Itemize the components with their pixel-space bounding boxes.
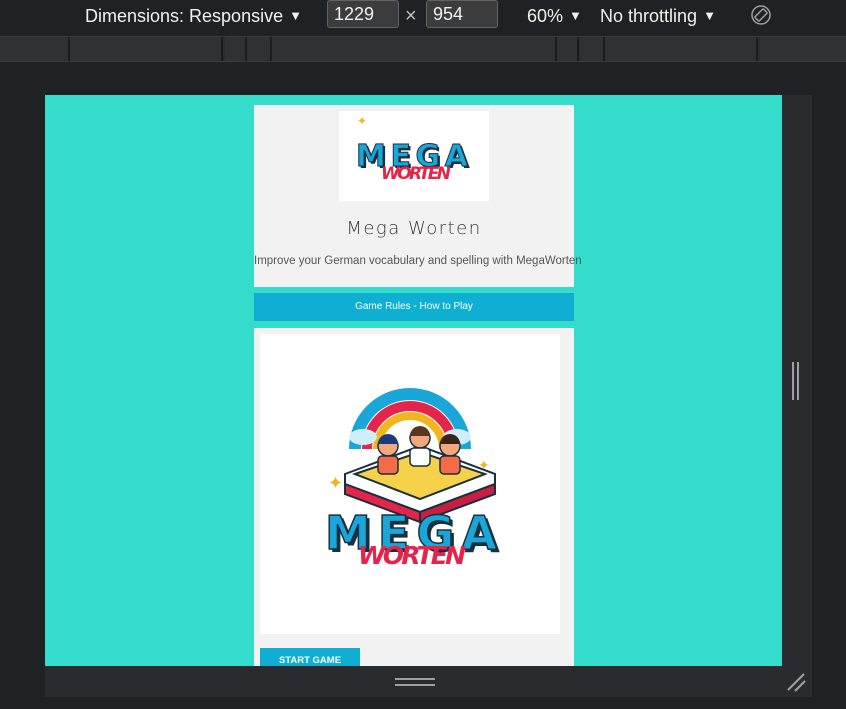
media-query-segment[interactable] — [272, 37, 557, 61]
rotate-icon[interactable] — [750, 4, 772, 26]
throttling-dropdown[interactable]: No throttling ▼ — [600, 6, 716, 27]
width-input[interactable] — [327, 0, 399, 28]
svg-text:✦: ✦ — [478, 458, 490, 474]
media-query-segment[interactable] — [760, 37, 846, 61]
header-card: ✦ ✦ MEGA MEGA WORTEN Mega Worten Improve… — [254, 105, 582, 287]
game-card: ✦ ✦ MEGA MEGA WORTEN START GAME — [254, 328, 574, 666]
right-resize-handle[interactable] — [792, 362, 800, 400]
game-rules-button[interactable]: Game Rules - How to Play — [254, 293, 574, 321]
page-subtitle: Improve your German vocabulary and spell… — [254, 255, 582, 267]
megaworten-logo: ✦ ✦ MEGA MEGA WORTEN — [339, 111, 489, 201]
emulated-viewport: ✦ ✦ MEGA MEGA WORTEN Mega Worten Improve… — [45, 95, 782, 666]
svg-text:WORTEN: WORTEN — [381, 164, 451, 184]
svg-text:WORTEN: WORTEN — [358, 541, 466, 570]
start-game-button[interactable]: START GAME — [260, 648, 360, 666]
zoom-dropdown[interactable]: 60% ▼ — [527, 6, 582, 27]
svg-text:✦: ✦ — [357, 114, 367, 128]
bottom-resize-handle[interactable] — [395, 678, 435, 688]
chevron-down-icon: ▼ — [703, 8, 716, 23]
zoom-label: 60% — [527, 6, 564, 26]
chevron-down-icon: ▼ — [569, 8, 582, 23]
media-query-segment[interactable] — [247, 37, 272, 61]
device-toolbar: Dimensions: Responsive ▼ × 60% ▼ No thrott… — [0, 0, 846, 32]
dimensions-label: Dimensions: Responsive — [85, 6, 284, 26]
game-illustration: ✦ ✦ MEGA MEGA WORTEN — [260, 334, 560, 634]
times-icon: × — [405, 5, 417, 27]
sandbox-kids-illustration: ✦ ✦ MEGA MEGA WORTEN — [324, 388, 500, 570]
logo-graphic: ✦ ✦ MEGA MEGA WORTEN — [356, 114, 471, 184]
media-query-bar — [0, 36, 846, 62]
media-query-segment[interactable] — [70, 37, 223, 61]
corner-resize-handle[interactable] — [786, 672, 808, 694]
media-query-segment[interactable] — [580, 37, 605, 61]
media-query-segment[interactable] — [225, 37, 247, 61]
chevron-down-icon: ▼ — [289, 8, 302, 23]
dimensions-dropdown[interactable]: Dimensions: Responsive ▼ — [85, 6, 302, 27]
media-query-segment[interactable] — [0, 37, 70, 61]
media-query-segment[interactable] — [557, 37, 579, 61]
media-query-segment[interactable] — [605, 37, 758, 61]
height-input[interactable] — [426, 0, 498, 28]
svg-text:✦: ✦ — [328, 473, 343, 494]
page-title: Mega Worten — [346, 218, 482, 239]
throttling-label: No throttling — [600, 6, 698, 26]
